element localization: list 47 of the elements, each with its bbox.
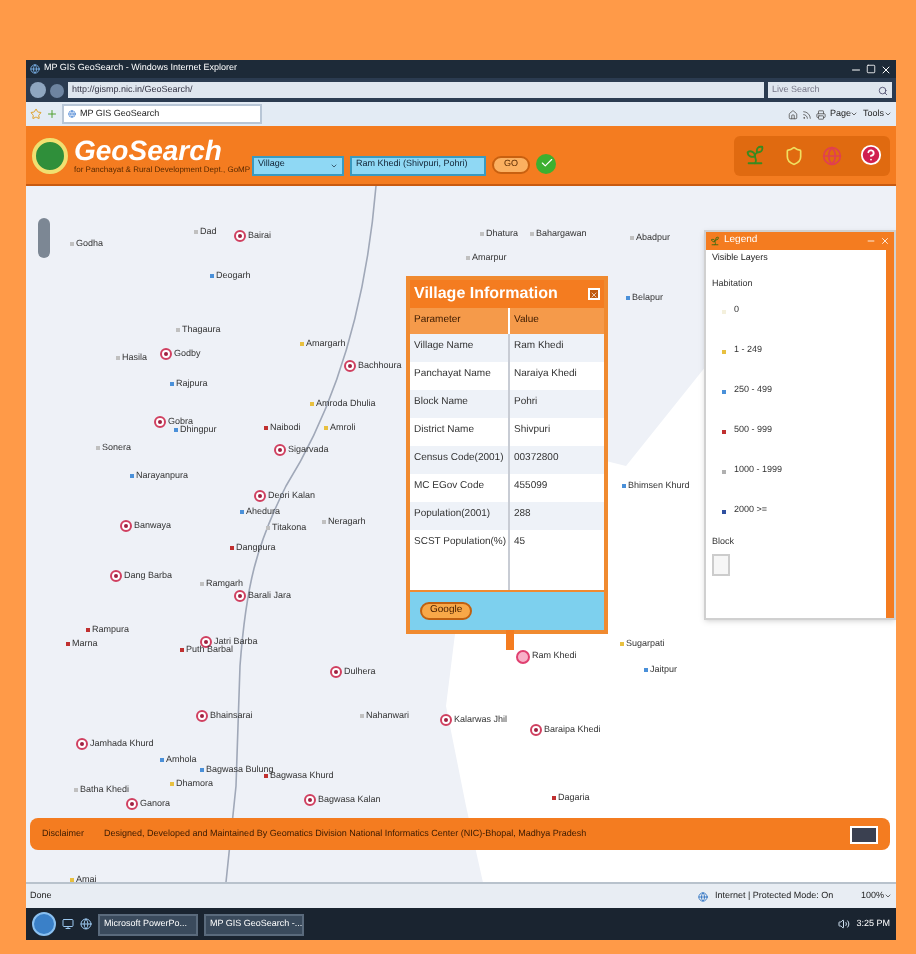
desktop-icon[interactable] — [62, 918, 74, 930]
village-marker-icon[interactable] — [76, 738, 88, 750]
village-marker-icon[interactable] — [120, 520, 132, 532]
popup-pointer — [506, 630, 514, 650]
feeds-icon[interactable] — [801, 109, 812, 119]
legend-icon — [710, 236, 720, 246]
village-marker-icon[interactable] — [200, 636, 212, 648]
back-button[interactable] — [30, 82, 46, 98]
zoom-control[interactable] — [38, 218, 50, 258]
minimize-icon[interactable] — [850, 63, 862, 75]
shield-icon[interactable] — [783, 145, 803, 165]
village-marker-icon[interactable] — [440, 714, 452, 726]
forward-button[interactable] — [50, 83, 64, 97]
close-icon[interactable] — [880, 63, 892, 75]
internet-zone-icon — [698, 891, 709, 901]
help-icon[interactable] — [859, 144, 881, 166]
home-icon[interactable] — [787, 109, 798, 119]
village-marker-icon[interactable] — [234, 590, 246, 602]
village-marker-icon[interactable] — [344, 360, 356, 372]
browser-icon[interactable] — [80, 918, 92, 930]
maximize-icon[interactable] — [866, 64, 876, 74]
block-swatch-icon — [712, 554, 730, 577]
scrollbar[interactable] — [886, 250, 894, 618]
nic-logo-icon — [850, 825, 878, 843]
village-marker-icon[interactable] — [330, 666, 342, 678]
check-icon[interactable] — [536, 153, 556, 173]
page-icon — [68, 110, 76, 118]
village-marker-icon[interactable] — [126, 798, 138, 810]
village-marker-icon[interactable] — [254, 490, 266, 502]
village-marker-icon[interactable] — [274, 444, 286, 456]
print-icon[interactable] — [815, 109, 826, 119]
village-marker-icon[interactable] — [234, 230, 246, 242]
village-marker-icon[interactable] — [304, 794, 316, 806]
add-favorites-icon[interactable] — [46, 108, 58, 120]
popup-title: Village Information — [414, 286, 558, 302]
logo-icon — [32, 137, 68, 173]
start-button[interactable] — [32, 912, 56, 936]
search-icon — [878, 85, 888, 95]
village-marker-icon[interactable] — [110, 570, 122, 582]
village-marker-icon[interactable] — [154, 416, 166, 428]
village-marker-icon[interactable] — [160, 348, 172, 360]
volume-icon[interactable] — [838, 918, 851, 930]
village-marker-icon[interactable] — [196, 710, 208, 722]
close-button[interactable] — [588, 288, 600, 300]
browser-icon — [30, 64, 40, 74]
app-title: GeoSearch — [74, 136, 224, 164]
favorites-icon[interactable] — [30, 108, 42, 120]
